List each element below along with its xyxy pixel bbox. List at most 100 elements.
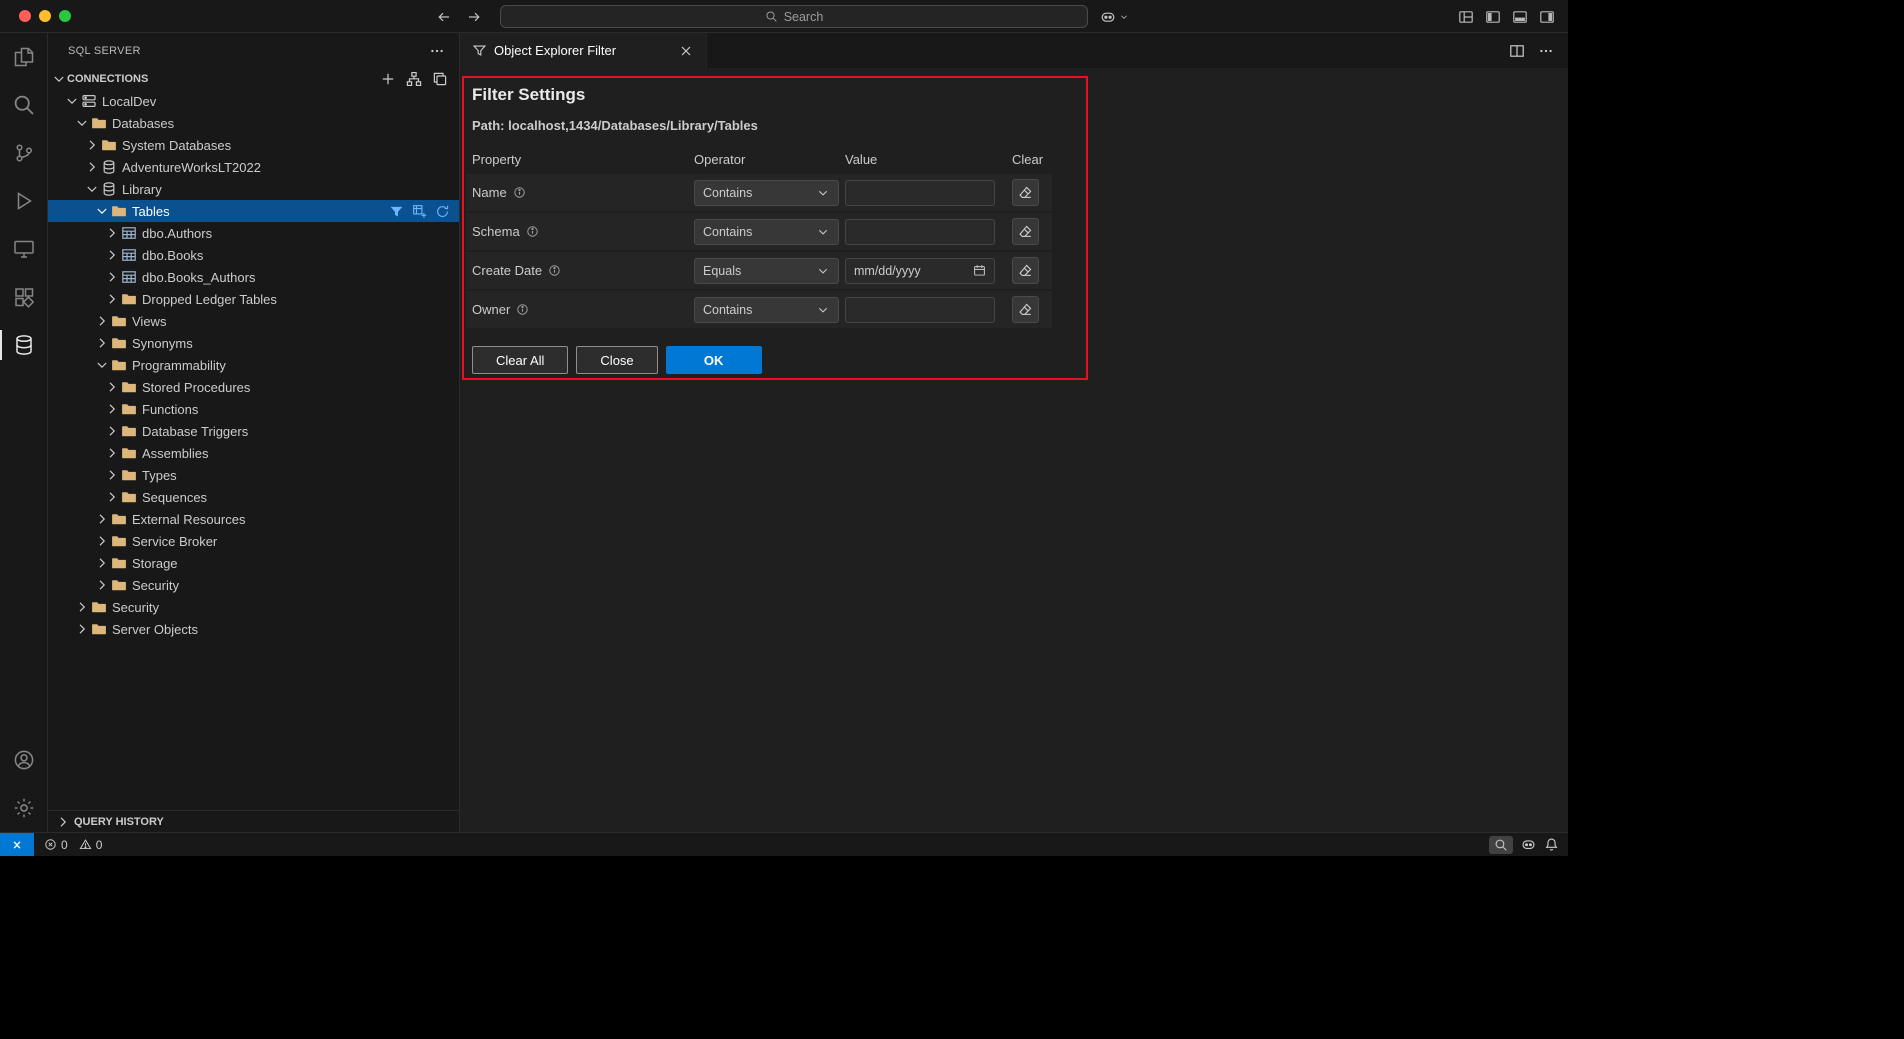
calendar-icon[interactable] bbox=[973, 264, 986, 277]
more-actions-icon[interactable] bbox=[1538, 43, 1554, 59]
clear-row-button[interactable] bbox=[1012, 218, 1039, 245]
chevron-right-icon[interactable] bbox=[104, 445, 120, 461]
tree-item-databases[interactable]: Databases bbox=[48, 112, 459, 134]
chevron-right-icon[interactable] bbox=[84, 159, 100, 175]
tree-item-security[interactable]: Security bbox=[48, 596, 459, 618]
activity-search[interactable] bbox=[0, 81, 47, 129]
new-table-icon[interactable] bbox=[412, 204, 427, 219]
notifications-button[interactable] bbox=[1544, 837, 1559, 852]
tree-item-dropped-ledger-tables[interactable]: Dropped Ledger Tables bbox=[48, 288, 459, 310]
query-history-section[interactable]: QUERY HISTORY bbox=[48, 810, 459, 832]
chevron-right-icon[interactable] bbox=[94, 577, 110, 593]
tree-item-database-triggers[interactable]: Database Triggers bbox=[48, 420, 459, 442]
chevron-right-icon[interactable] bbox=[104, 467, 120, 483]
close-tab-icon[interactable] bbox=[678, 43, 694, 59]
zoom-status-button[interactable] bbox=[1489, 836, 1513, 854]
tree-item-tables[interactable]: Tables bbox=[48, 200, 459, 222]
chevron-right-icon[interactable] bbox=[104, 225, 120, 241]
problems-status[interactable]: 0 0 bbox=[44, 838, 109, 852]
info-icon[interactable] bbox=[548, 264, 561, 277]
tree-item-synonyms[interactable]: Synonyms bbox=[48, 332, 459, 354]
chevron-right-icon[interactable] bbox=[94, 335, 110, 351]
value-input[interactable] bbox=[845, 180, 995, 206]
info-icon[interactable] bbox=[513, 186, 526, 199]
activity-explorer[interactable] bbox=[0, 33, 47, 81]
chevron-right-icon[interactable] bbox=[104, 291, 120, 307]
toggle-primary-sidebar-icon[interactable] bbox=[1485, 9, 1501, 25]
more-actions-icon[interactable] bbox=[429, 43, 445, 59]
add-connection-icon[interactable] bbox=[380, 71, 396, 87]
tree-item-server-objects[interactable]: Server Objects bbox=[48, 618, 459, 640]
connection-groups-icon[interactable] bbox=[406, 71, 422, 87]
chevron-right-icon[interactable] bbox=[94, 511, 110, 527]
copilot-menu[interactable] bbox=[1100, 0, 1129, 33]
chevron-down-icon[interactable] bbox=[94, 203, 110, 219]
clear-row-button[interactable] bbox=[1012, 257, 1039, 284]
clear-all-button[interactable]: Clear All bbox=[472, 346, 568, 374]
tree-item-service-broker[interactable]: Service Broker bbox=[48, 530, 459, 552]
chevron-right-icon[interactable] bbox=[104, 269, 120, 285]
refresh-icon[interactable] bbox=[435, 204, 450, 219]
remote-indicator[interactable] bbox=[0, 833, 34, 856]
tab-object-explorer-filter[interactable]: Object Explorer Filter bbox=[460, 33, 707, 68]
tree-item-dbo-books[interactable]: dbo.Books bbox=[48, 244, 459, 266]
connections-section-header[interactable]: CONNECTIONS bbox=[48, 68, 459, 90]
chevron-right-icon[interactable] bbox=[84, 137, 100, 153]
chevron-right-icon[interactable] bbox=[94, 533, 110, 549]
tree-item-dbo-authors[interactable]: dbo.Authors bbox=[48, 222, 459, 244]
command-center-search[interactable]: Search bbox=[500, 5, 1088, 28]
tree-item-assemblies[interactable]: Assemblies bbox=[48, 442, 459, 464]
tree-item-external-resources[interactable]: External Resources bbox=[48, 508, 459, 530]
operator-dropdown[interactable]: Contains bbox=[694, 180, 839, 206]
split-editor-icon[interactable] bbox=[1509, 43, 1525, 59]
close-window-button[interactable] bbox=[19, 10, 31, 22]
forward-button[interactable] bbox=[466, 9, 482, 25]
tree-item-localdev[interactable]: LocalDev bbox=[48, 90, 459, 112]
value-input[interactable]: mm/dd/yyyy bbox=[845, 258, 995, 284]
chevron-down-icon[interactable] bbox=[64, 93, 80, 109]
activity-remote-explorer[interactable] bbox=[0, 225, 47, 273]
chevron-right-icon[interactable] bbox=[104, 423, 120, 439]
tree-item-system-databases[interactable]: System Databases bbox=[48, 134, 459, 156]
info-icon[interactable] bbox=[516, 303, 529, 316]
toggle-secondary-sidebar-icon[interactable] bbox=[1539, 9, 1555, 25]
chevron-right-icon[interactable] bbox=[94, 555, 110, 571]
tree-item-storage[interactable]: Storage bbox=[48, 552, 459, 574]
operator-dropdown[interactable]: Equals bbox=[694, 258, 839, 284]
tree-item-stored-procedures[interactable]: Stored Procedures bbox=[48, 376, 459, 398]
operator-dropdown[interactable]: Contains bbox=[694, 297, 839, 323]
value-input[interactable] bbox=[845, 219, 995, 245]
chevron-right-icon[interactable] bbox=[104, 247, 120, 263]
chevron-down-icon[interactable] bbox=[94, 357, 110, 373]
tree-item-views[interactable]: Views bbox=[48, 310, 459, 332]
value-input[interactable] bbox=[845, 297, 995, 323]
clear-row-button[interactable] bbox=[1012, 179, 1039, 206]
back-button[interactable] bbox=[436, 9, 452, 25]
tree-item-library[interactable]: Library bbox=[48, 178, 459, 200]
chevron-right-icon[interactable] bbox=[94, 313, 110, 329]
clear-row-button[interactable] bbox=[1012, 296, 1039, 323]
tree-item-security[interactable]: Security bbox=[48, 574, 459, 596]
chevron-right-icon[interactable] bbox=[74, 621, 90, 637]
filter-icon[interactable] bbox=[389, 204, 404, 219]
activity-settings[interactable] bbox=[0, 784, 47, 832]
close-button[interactable]: Close bbox=[576, 346, 657, 374]
chevron-down-icon[interactable] bbox=[84, 181, 100, 197]
activity-source-control[interactable] bbox=[0, 129, 47, 177]
customize-layout-icon[interactable] bbox=[1458, 9, 1474, 25]
activity-accounts[interactable] bbox=[0, 736, 47, 784]
tree-item-adventureworkslt2022[interactable]: AdventureWorksLT2022 bbox=[48, 156, 459, 178]
toggle-panel-icon[interactable] bbox=[1512, 9, 1528, 25]
minimize-window-button[interactable] bbox=[39, 10, 51, 22]
operator-dropdown[interactable]: Contains bbox=[694, 219, 839, 245]
tree-item-sequences[interactable]: Sequences bbox=[48, 486, 459, 508]
maximize-window-button[interactable] bbox=[59, 10, 71, 22]
chevron-right-icon[interactable] bbox=[104, 401, 120, 417]
copilot-status-button[interactable] bbox=[1521, 837, 1536, 852]
chevron-down-icon[interactable] bbox=[74, 115, 90, 131]
tree-item-dbo-books-authors[interactable]: dbo.Books_Authors bbox=[48, 266, 459, 288]
chevron-right-icon[interactable] bbox=[74, 599, 90, 615]
tree-item-programmability[interactable]: Programmability bbox=[48, 354, 459, 376]
info-icon[interactable] bbox=[526, 225, 539, 238]
activity-run-debug[interactable] bbox=[0, 177, 47, 225]
